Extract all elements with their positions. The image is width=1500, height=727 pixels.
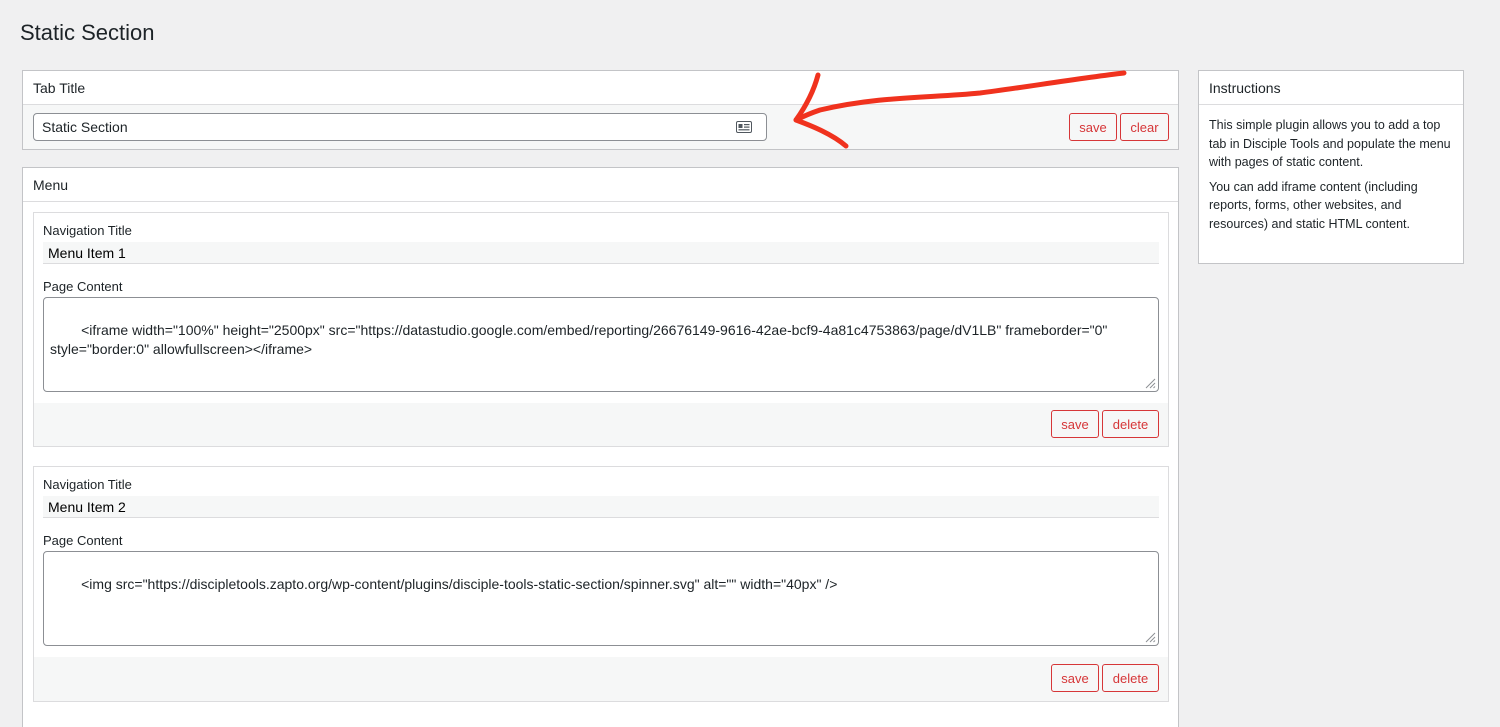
menu-item-delete-button[interactable]: delete	[1102, 664, 1159, 692]
tab-title-panel: Tab Title Static Section save clear	[22, 70, 1179, 150]
menu-item-card: Navigation Title Menu Item 2 Page Conten…	[33, 466, 1169, 702]
page-content-label: Page Content	[43, 279, 123, 294]
navigation-title-label: Navigation Title	[43, 223, 132, 238]
page-content-textarea[interactable]: <iframe width="100%" height="2500px" src…	[43, 297, 1159, 392]
page-title: Static Section	[20, 20, 155, 45]
contact-card-icon[interactable]	[736, 121, 752, 133]
instructions-panel: Instructions This simple plugin allows y…	[1198, 70, 1464, 264]
menu-item-fields: Navigation Title Menu Item 1 Page Conten…	[34, 213, 1168, 403]
menu-panel: Menu Navigation Title Menu Item 1 Page C…	[22, 167, 1179, 727]
tab-title-input-value: Static Section	[42, 119, 128, 135]
instructions-header: Instructions	[1199, 71, 1463, 105]
tab-title-body: Static Section save clear	[23, 105, 1178, 149]
page-content-label: Page Content	[43, 533, 123, 548]
tab-title-save-button[interactable]: save	[1069, 113, 1117, 141]
instructions-paragraph: You can add iframe content (including re…	[1209, 179, 1418, 231]
menu-header: Menu	[23, 168, 1178, 202]
tab-title-header: Tab Title	[23, 71, 1178, 105]
navigation-title-label: Navigation Title	[43, 477, 132, 492]
menu-item-fields: Navigation Title Menu Item 2 Page Conten…	[34, 467, 1168, 657]
instructions-paragraph: This simple plugin allows you to add a t…	[1209, 118, 1451, 169]
resize-grip-icon[interactable]	[1145, 632, 1156, 643]
navigation-title-input[interactable]: Menu Item 2	[43, 496, 1159, 518]
menu-item-card: Navigation Title Menu Item 1 Page Conten…	[33, 212, 1169, 447]
page-content-textarea[interactable]: <img src="https://discipletools.zapto.or…	[43, 551, 1159, 646]
page-content-value: <iframe width="100%" height="2500px" src…	[50, 322, 1108, 357]
instructions-body: This simple plugin allows you to add a t…	[1199, 105, 1463, 250]
navigation-title-input[interactable]: Menu Item 1	[43, 242, 1159, 264]
menu-item-delete-button[interactable]: delete	[1102, 410, 1159, 438]
page-content-value: <img src="https://discipletools.zapto.or…	[81, 576, 838, 592]
resize-grip-icon[interactable]	[1145, 378, 1156, 389]
menu-item-save-button[interactable]: save	[1051, 664, 1099, 692]
menu-item-save-button[interactable]: save	[1051, 410, 1099, 438]
tab-title-input[interactable]: Static Section	[33, 113, 767, 141]
tab-title-clear-button[interactable]: clear	[1120, 113, 1169, 141]
